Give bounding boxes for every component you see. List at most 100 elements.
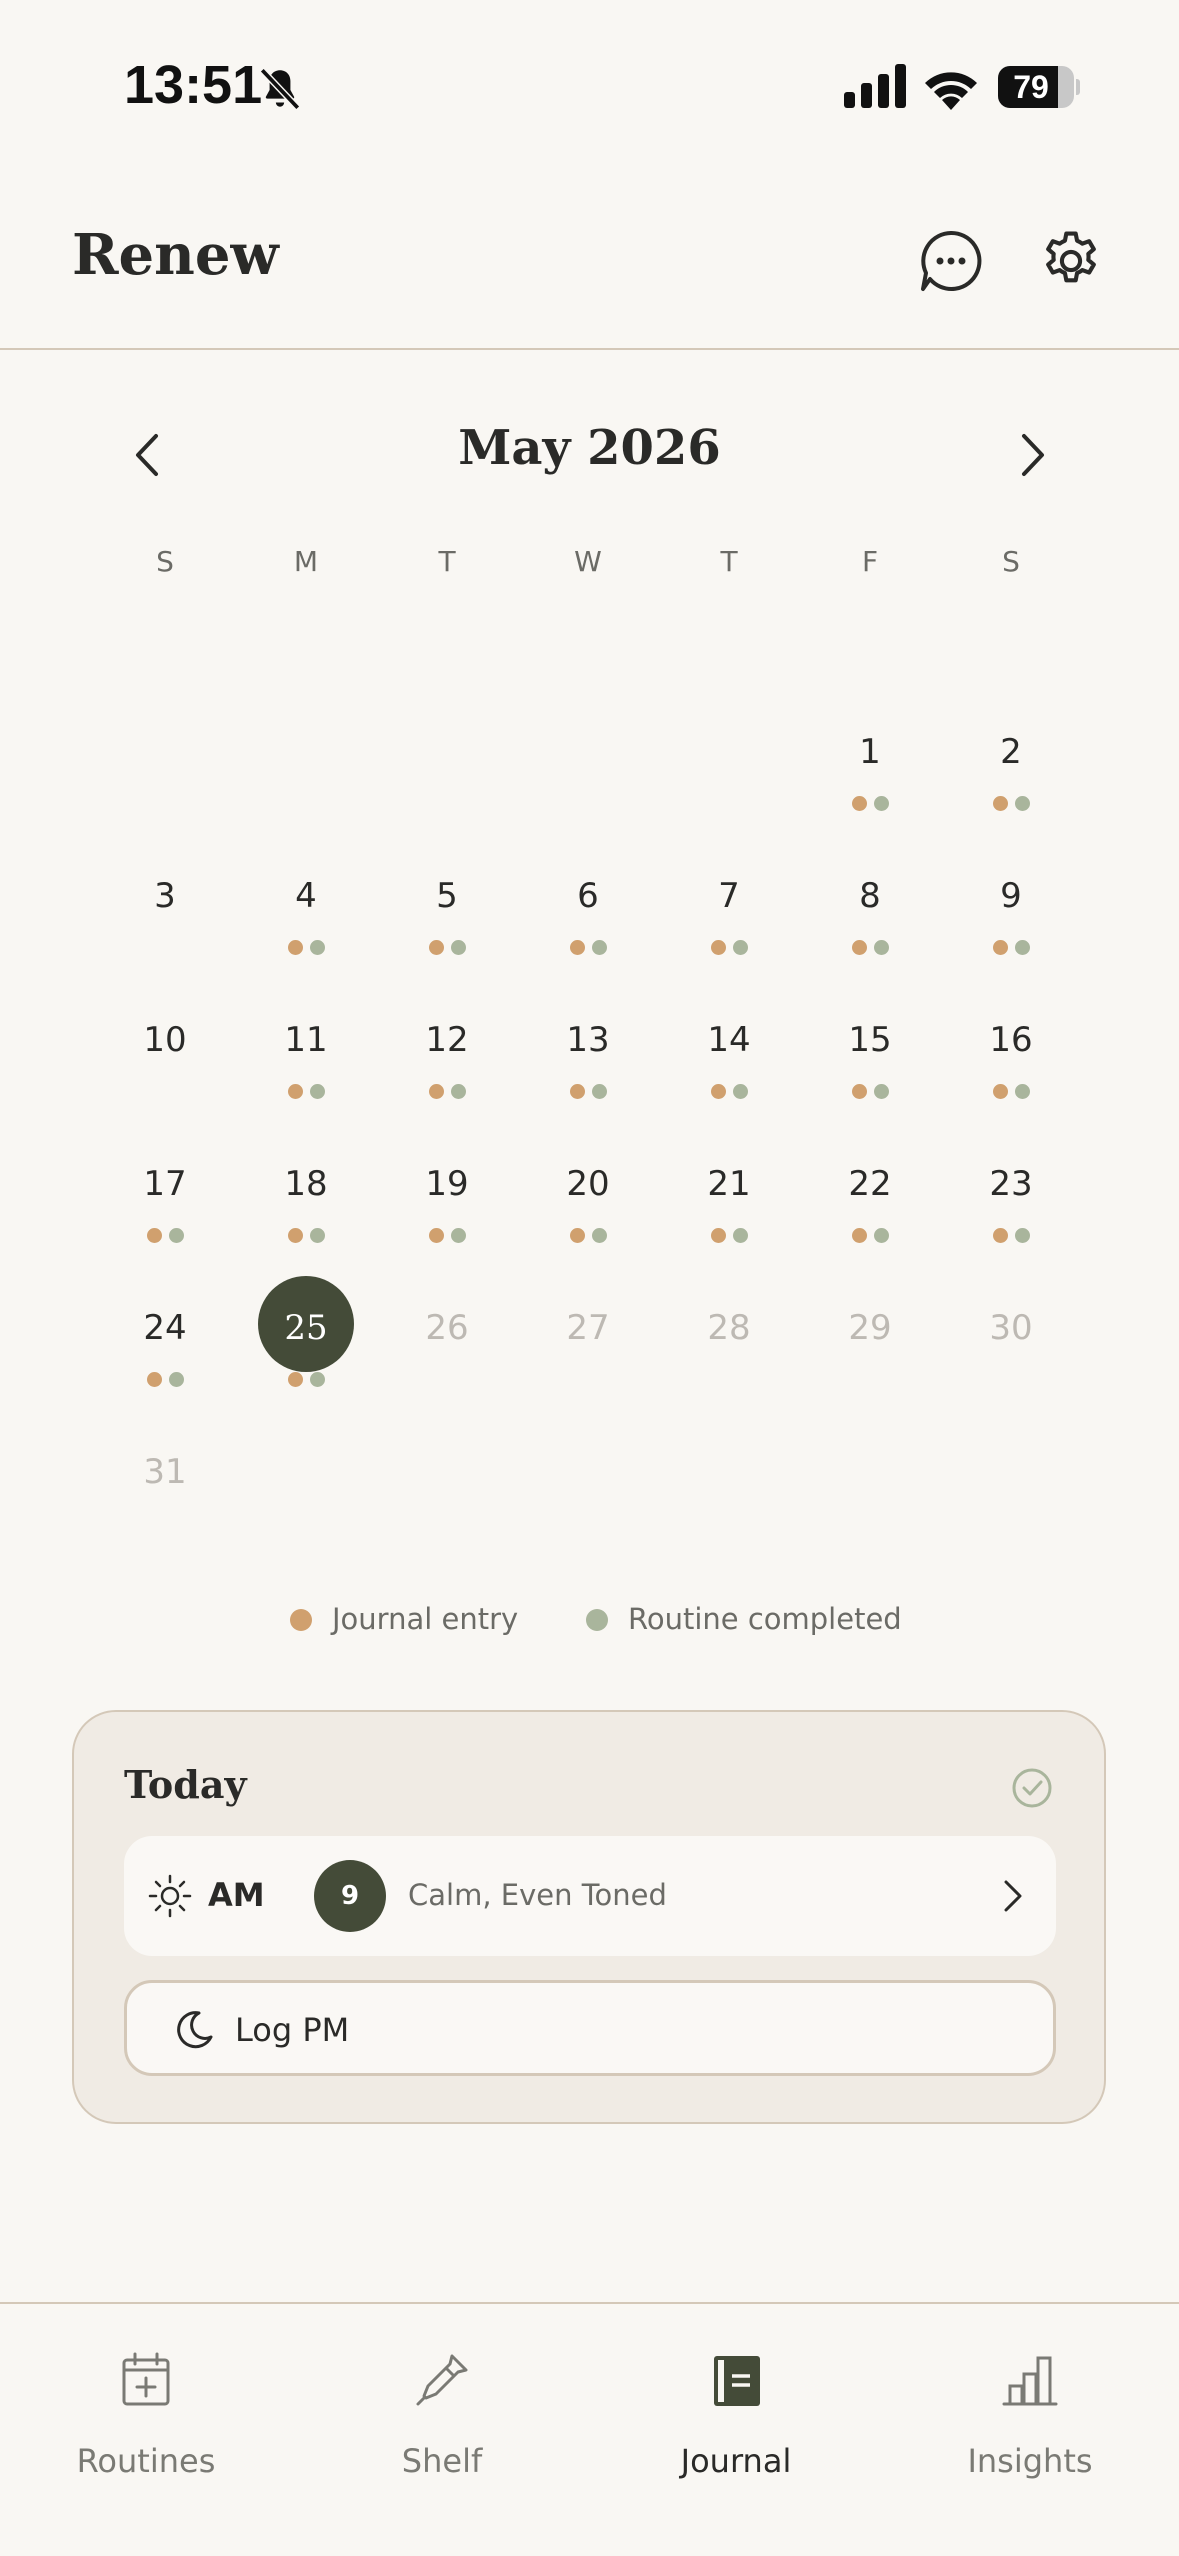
calendar-day[interactable]: 11 bbox=[246, 1010, 366, 1130]
app-title: Renew bbox=[72, 222, 279, 288]
month-label: May 2026 bbox=[458, 420, 721, 476]
calendar-day[interactable]: 7 bbox=[669, 866, 789, 986]
day-number: 24 bbox=[143, 1308, 187, 1348]
routine-completed-dot bbox=[874, 940, 889, 955]
am-label: AM bbox=[208, 1876, 265, 1914]
routine-completed-dot bbox=[1015, 1228, 1030, 1243]
journal-entry-dot bbox=[429, 1228, 444, 1243]
calendar-legend: Journal entry Routine completed bbox=[0, 1598, 1179, 1642]
calendar-day[interactable]: 14 bbox=[669, 1010, 789, 1130]
day-number: 12 bbox=[425, 1020, 469, 1060]
day-number: 16 bbox=[989, 1020, 1033, 1060]
weekday-header: S bbox=[156, 545, 174, 578]
journal-dot-icon bbox=[290, 1609, 312, 1631]
day-number: 11 bbox=[284, 1020, 328, 1060]
routine-completed-dot bbox=[733, 1084, 748, 1099]
journal-entry-dot bbox=[852, 940, 867, 955]
routine-completed-dot bbox=[310, 940, 325, 955]
calendar-day[interactable]: 1 bbox=[810, 722, 930, 842]
calendar-day[interactable]: 3 bbox=[105, 866, 225, 986]
journal-entry-dot bbox=[288, 1228, 303, 1243]
chat-bubble-icon bbox=[921, 230, 982, 291]
routine-completed-dot bbox=[874, 796, 889, 811]
gear-icon bbox=[1046, 231, 1096, 283]
routine-completed-dot bbox=[1015, 1084, 1030, 1099]
day-number: 13 bbox=[566, 1020, 610, 1060]
calendar-day[interactable]: 10 bbox=[105, 1010, 225, 1130]
battery-indicator: 79 bbox=[998, 66, 1080, 108]
day-number: 21 bbox=[707, 1164, 751, 1204]
calendar-day[interactable]: 22 bbox=[810, 1154, 930, 1274]
routine-completed-dot bbox=[592, 940, 607, 955]
journal-entry-dot bbox=[852, 1228, 867, 1243]
calendar-day[interactable]: 24 bbox=[105, 1298, 225, 1418]
calendar-day[interactable]: 21 bbox=[669, 1154, 789, 1274]
calendar-day[interactable]: 31 bbox=[105, 1442, 225, 1562]
routine-completed-dot bbox=[1015, 796, 1030, 811]
calendar-day[interactable]: 15 bbox=[810, 1010, 930, 1130]
journal-entry-dot bbox=[288, 940, 303, 955]
bar-chart-icon bbox=[1002, 2356, 1058, 2406]
next-month-button[interactable] bbox=[1006, 430, 1056, 480]
journal-entry-dot bbox=[147, 1372, 162, 1387]
tab-routines[interactable]: Routines bbox=[26, 2304, 266, 2504]
am-score-badge: 9 bbox=[314, 1860, 386, 1932]
calendar-day[interactable]: 18 bbox=[246, 1154, 366, 1274]
day-number: 22 bbox=[848, 1164, 892, 1204]
calendar-day[interactable]: 30 bbox=[951, 1298, 1071, 1418]
routine-completed-dot bbox=[451, 940, 466, 955]
day-number: 5 bbox=[436, 876, 458, 916]
routine-completed-dot bbox=[451, 1084, 466, 1099]
am-description: Calm, Even Toned bbox=[408, 1878, 667, 1912]
calendar-day[interactable]: 4 bbox=[246, 866, 366, 986]
calendar-plus-icon bbox=[122, 2352, 170, 2406]
tab-journal[interactable]: Journal bbox=[616, 2304, 856, 2504]
routine-completed-dot bbox=[169, 1372, 184, 1387]
day-number: 2 bbox=[1000, 732, 1022, 772]
log-pm-label: Log PM bbox=[235, 2011, 350, 2049]
calendar-day[interactable]: 20 bbox=[528, 1154, 648, 1274]
am-entry-row[interactable]: AM 9 Calm, Even Toned bbox=[124, 1836, 1056, 1956]
weekday-header: T bbox=[438, 545, 456, 578]
routine-completed-dot bbox=[592, 1228, 607, 1243]
day-number: 29 bbox=[848, 1308, 892, 1348]
day-number: 15 bbox=[848, 1020, 892, 1060]
journal-entry-dot bbox=[147, 1228, 162, 1243]
tab-journal-label: Journal bbox=[680, 2442, 792, 2480]
routine-completed-dot bbox=[733, 1228, 748, 1243]
day-number: 10 bbox=[143, 1020, 187, 1060]
day-number: 25 bbox=[284, 1308, 328, 1348]
chat-button[interactable] bbox=[918, 228, 984, 294]
journal-entry-dot bbox=[288, 1084, 303, 1099]
weekday-header: S bbox=[1002, 545, 1020, 578]
journal-entry-dot bbox=[570, 1084, 585, 1099]
journal-entry-dot bbox=[993, 1228, 1008, 1243]
calendar-day[interactable]: 16 bbox=[951, 1010, 1071, 1130]
settings-button[interactable] bbox=[1038, 228, 1104, 294]
routine-completed-dot bbox=[169, 1228, 184, 1243]
calendar-day[interactable]: 2 bbox=[951, 722, 1071, 842]
calendar-day[interactable]: 6 bbox=[528, 866, 648, 986]
calendar-day[interactable]: 19 bbox=[387, 1154, 507, 1274]
day-number: 23 bbox=[989, 1164, 1033, 1204]
today-title: Today bbox=[124, 1762, 247, 1807]
calendar-day[interactable]: 9 bbox=[951, 866, 1071, 986]
calendar-day[interactable]: 17 bbox=[105, 1154, 225, 1274]
calendar-day[interactable]: 29 bbox=[810, 1298, 930, 1418]
day-number: 17 bbox=[143, 1164, 187, 1204]
calendar-day[interactable]: 26 bbox=[387, 1298, 507, 1418]
calendar-day[interactable]: 12 bbox=[387, 1010, 507, 1130]
day-number: 8 bbox=[859, 876, 881, 916]
calendar-day[interactable]: 28 bbox=[669, 1298, 789, 1418]
calendar-day-today[interactable]: 25 bbox=[246, 1276, 366, 1418]
calendar-day[interactable]: 23 bbox=[951, 1154, 1071, 1274]
log-pm-button[interactable]: Log PM bbox=[124, 1980, 1056, 2076]
battery-level: 79 bbox=[1013, 69, 1049, 105]
calendar-day[interactable]: 27 bbox=[528, 1298, 648, 1418]
calendar-day[interactable]: 5 bbox=[387, 866, 507, 986]
calendar-day[interactable]: 8 bbox=[810, 866, 930, 986]
tab-shelf[interactable]: Shelf bbox=[322, 2304, 562, 2504]
tab-insights[interactable]: Insights bbox=[910, 2304, 1150, 2504]
calendar-day[interactable]: 13 bbox=[528, 1010, 648, 1130]
day-number: 18 bbox=[284, 1164, 328, 1204]
